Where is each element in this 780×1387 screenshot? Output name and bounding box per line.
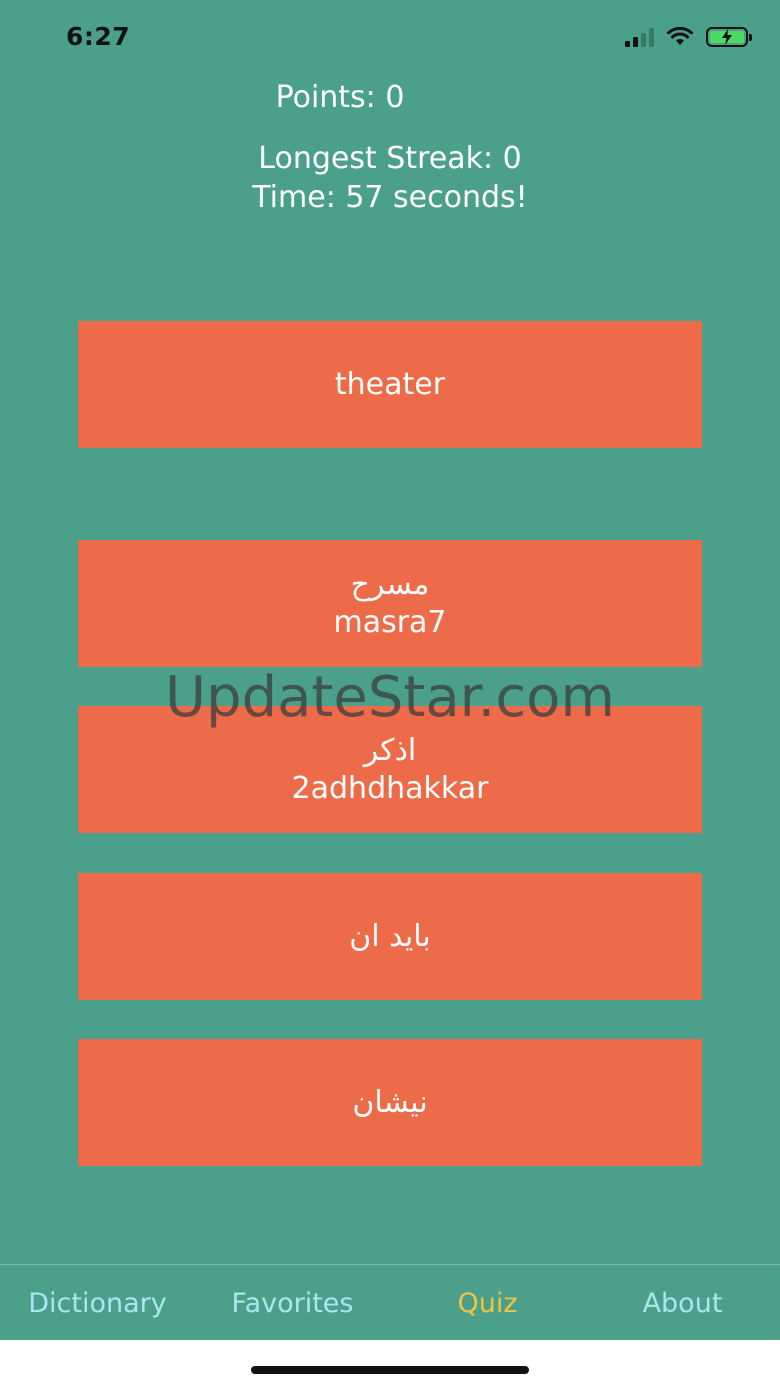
status-bar: 6:27	[0, 0, 780, 80]
wifi-icon	[667, 26, 693, 45]
answer-option-1[interactable]: مسرح masra7	[78, 540, 702, 667]
points-label: Points: 0	[275, 80, 405, 115]
answer-option-4[interactable]: نيشان	[78, 1039, 702, 1166]
answer-option-3[interactable]: بايد ان	[78, 873, 702, 1000]
option-transliteration: masra7	[333, 604, 447, 640]
tab-quiz[interactable]: Quiz	[390, 1265, 585, 1341]
tab-favorites[interactable]: Favorites	[195, 1265, 390, 1341]
battery-icon	[706, 26, 752, 47]
option-arabic: مسرح	[350, 567, 430, 602]
option-transliteration: 2adhdhakkar	[291, 770, 489, 806]
timer-label: Time: 57 seconds!	[252, 180, 528, 215]
charging-bolt-icon	[722, 28, 732, 45]
tab-about[interactable]: About	[585, 1265, 780, 1341]
home-indicator-area	[0, 1340, 780, 1387]
answer-option-2[interactable]: اذكر 2adhdhakkar	[78, 706, 702, 833]
option-arabic: اذكر	[363, 733, 417, 768]
status-time: 6:27	[66, 22, 131, 51]
longest-streak-label: Longest Streak: 0	[258, 141, 522, 176]
home-indicator[interactable]	[251, 1366, 529, 1374]
tab-dictionary[interactable]: Dictionary	[0, 1265, 195, 1341]
question-card: theater	[78, 321, 702, 448]
option-arabic: نيشان	[352, 1084, 428, 1120]
tab-bar: Dictionary Favorites Quiz About	[0, 1264, 780, 1341]
cellular-signal-icon	[625, 27, 654, 47]
option-arabic: بايد ان	[349, 918, 431, 954]
status-icons	[625, 26, 752, 47]
question-word: theater	[334, 366, 446, 402]
